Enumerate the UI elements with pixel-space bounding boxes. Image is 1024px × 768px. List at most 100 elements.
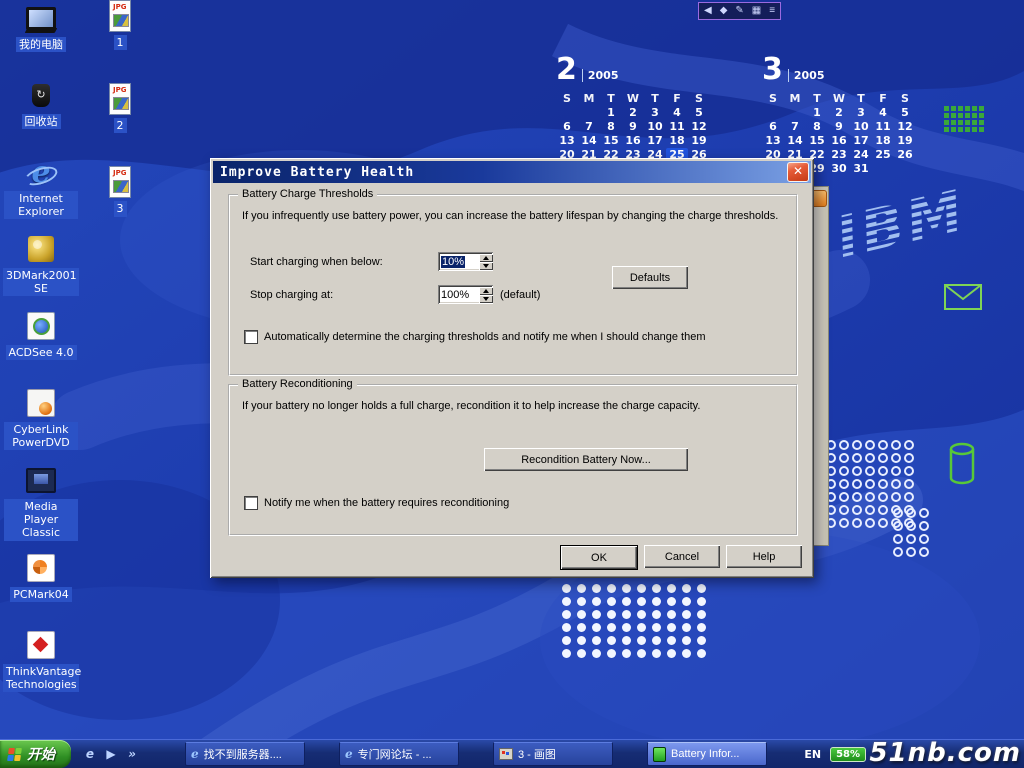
calendar-day [556, 106, 578, 120]
desktop-icon-threedmark[interactable]: 3DMark2001 SE [3, 233, 79, 299]
spin-up-icon[interactable] [479, 254, 493, 262]
desktop-icon-acdsee[interactable]: ACDSee 4.0 [6, 310, 77, 376]
dot [979, 106, 984, 111]
defaults-button[interactable]: Defaults [612, 266, 688, 289]
dot [562, 584, 571, 593]
calendar-header: 22005 [556, 52, 714, 88]
calendar-day: 30 [828, 162, 850, 176]
ie-icon [345, 747, 353, 761]
desktop-icon-my-computer[interactable]: 我的电脑 [16, 2, 66, 68]
dot [697, 610, 706, 619]
connector-icon[interactable]: ◀ [704, 4, 712, 18]
close-button[interactable]: ✕ [787, 162, 809, 182]
dot [919, 521, 929, 531]
internet-explorer-icon[interactable]: e [83, 747, 97, 761]
dot [878, 505, 888, 515]
ok-button[interactable]: OK [560, 545, 638, 570]
calendar-day: 8 [600, 120, 622, 134]
desktop-icon-pcmark[interactable]: PCMark04 [10, 552, 71, 618]
battery-indicator[interactable]: 58% [830, 747, 866, 762]
ie-icon [191, 747, 199, 761]
pen-icon[interactable]: ✎ [735, 4, 743, 18]
calendar-day: 11 [666, 120, 688, 134]
notify-reconditioning-checkbox[interactable] [244, 496, 258, 510]
calendar-day: 5 [688, 106, 710, 120]
icon-label: 2 [114, 118, 127, 133]
dot [972, 106, 977, 111]
calendar-day: 12 [688, 120, 710, 134]
dot [839, 440, 849, 450]
auto-determine-checkbox[interactable] [244, 330, 258, 344]
file-icon-jpg-2[interactable]: JPG2 [107, 83, 133, 133]
help-button[interactable]: Help [726, 545, 802, 568]
spin-down-icon[interactable] [479, 295, 493, 303]
threedmark-icon [24, 233, 58, 265]
floating-toolbar[interactable]: ◀ ◆ ✎ ▦ ≡ [698, 2, 781, 20]
notify-reconditioning-checkbox-row[interactable]: Notify me when the battery requires reco… [244, 496, 509, 510]
icon-label: ACDSee 4.0 [6, 345, 77, 360]
envelope-icon [944, 284, 984, 312]
diamond-icon[interactable]: ◆ [720, 4, 728, 18]
dot [652, 636, 661, 645]
desktop-icon-powerdvd[interactable]: CyberLink PowerDVD [4, 387, 78, 453]
system-tray: EN 58% [804, 747, 866, 762]
taskbar-task[interactable]: 3 - 画图 [493, 742, 613, 766]
auto-determine-checkbox-row[interactable]: Automatically determine the charging thr… [244, 330, 705, 344]
grid-icon[interactable]: ▦ [752, 4, 761, 18]
powerdvd-icon [24, 387, 58, 419]
stop-charging-input[interactable]: 100% [438, 285, 493, 304]
dot [951, 120, 956, 125]
desktop-icon-internet-explorer[interactable]: Internet Explorer [4, 156, 78, 222]
task-label: 3 - 画图 [518, 746, 556, 762]
calendar-day: 2 [622, 106, 644, 120]
file-icon-jpg-3[interactable]: JPG3 [107, 166, 133, 216]
taskbar-task[interactable]: Battery Infor... [647, 742, 767, 766]
background-window-edge[interactable] [812, 186, 829, 546]
dialog-titlebar[interactable]: Improve Battery Health ✕ [213, 161, 811, 183]
pcmark-icon [24, 552, 58, 584]
thresholds-description: If you infrequently use battery power, y… [242, 210, 786, 222]
spin-down-icon[interactable] [479, 262, 493, 270]
taskbar-task[interactable]: 专门网论坛 - ... [339, 742, 459, 766]
taskbar-task[interactable]: 找不到服务器.... [185, 742, 305, 766]
calendar-day-header: S [688, 92, 710, 106]
start-button[interactable]: 开始 [0, 740, 71, 768]
dot [652, 610, 661, 619]
spin-up-icon[interactable] [479, 287, 493, 295]
dot [865, 505, 875, 515]
file-icon-jpg-1[interactable]: JPG1 [107, 0, 133, 50]
calendar-day: 8 [806, 120, 828, 134]
calendar-day: 18 [666, 134, 688, 148]
language-indicator[interactable]: EN [804, 748, 821, 761]
start-spinner[interactable] [479, 254, 493, 270]
group-title: Battery Reconditioning [238, 378, 357, 390]
dot [592, 623, 601, 632]
jpg-badge: JPG [113, 169, 126, 177]
watermark: 51nb.com [869, 738, 1021, 768]
start-charging-input[interactable]: 10% [438, 252, 493, 271]
group-title: Battery Charge Thresholds [238, 188, 377, 200]
more-chevron-icon[interactable]: » [125, 747, 139, 761]
dot [637, 584, 646, 593]
dot [697, 584, 706, 593]
calendar-day: 25 [872, 148, 894, 162]
stop-spinner[interactable] [479, 287, 493, 303]
dot [852, 518, 862, 528]
desktop-icon-mpc[interactable]: Media Player Classic [4, 464, 78, 541]
media-player-icon[interactable]: ▶ [104, 747, 118, 761]
dot [607, 584, 616, 593]
improve-battery-health-dialog: Improve Battery Health ✕ Battery Charge … [210, 158, 814, 578]
calendar-day: 19 [688, 134, 710, 148]
calendar-day: 11 [872, 120, 894, 134]
cancel-button[interactable]: Cancel [644, 545, 720, 568]
desktop-icon-recycle-bin[interactable]: 回收站 [22, 79, 61, 145]
calendar-day-header: T [644, 92, 666, 106]
list-icon[interactable]: ≡ [769, 4, 775, 18]
recondition-battery-button[interactable]: Recondition Battery Now... [484, 448, 688, 471]
calendar-day: 26 [894, 148, 916, 162]
dot [852, 453, 862, 463]
dot [865, 466, 875, 476]
pixel-grid-decoration [944, 106, 984, 132]
dot [697, 636, 706, 645]
desktop-icon-thinkvantage[interactable]: ThinkVantage Technologies [3, 629, 79, 695]
